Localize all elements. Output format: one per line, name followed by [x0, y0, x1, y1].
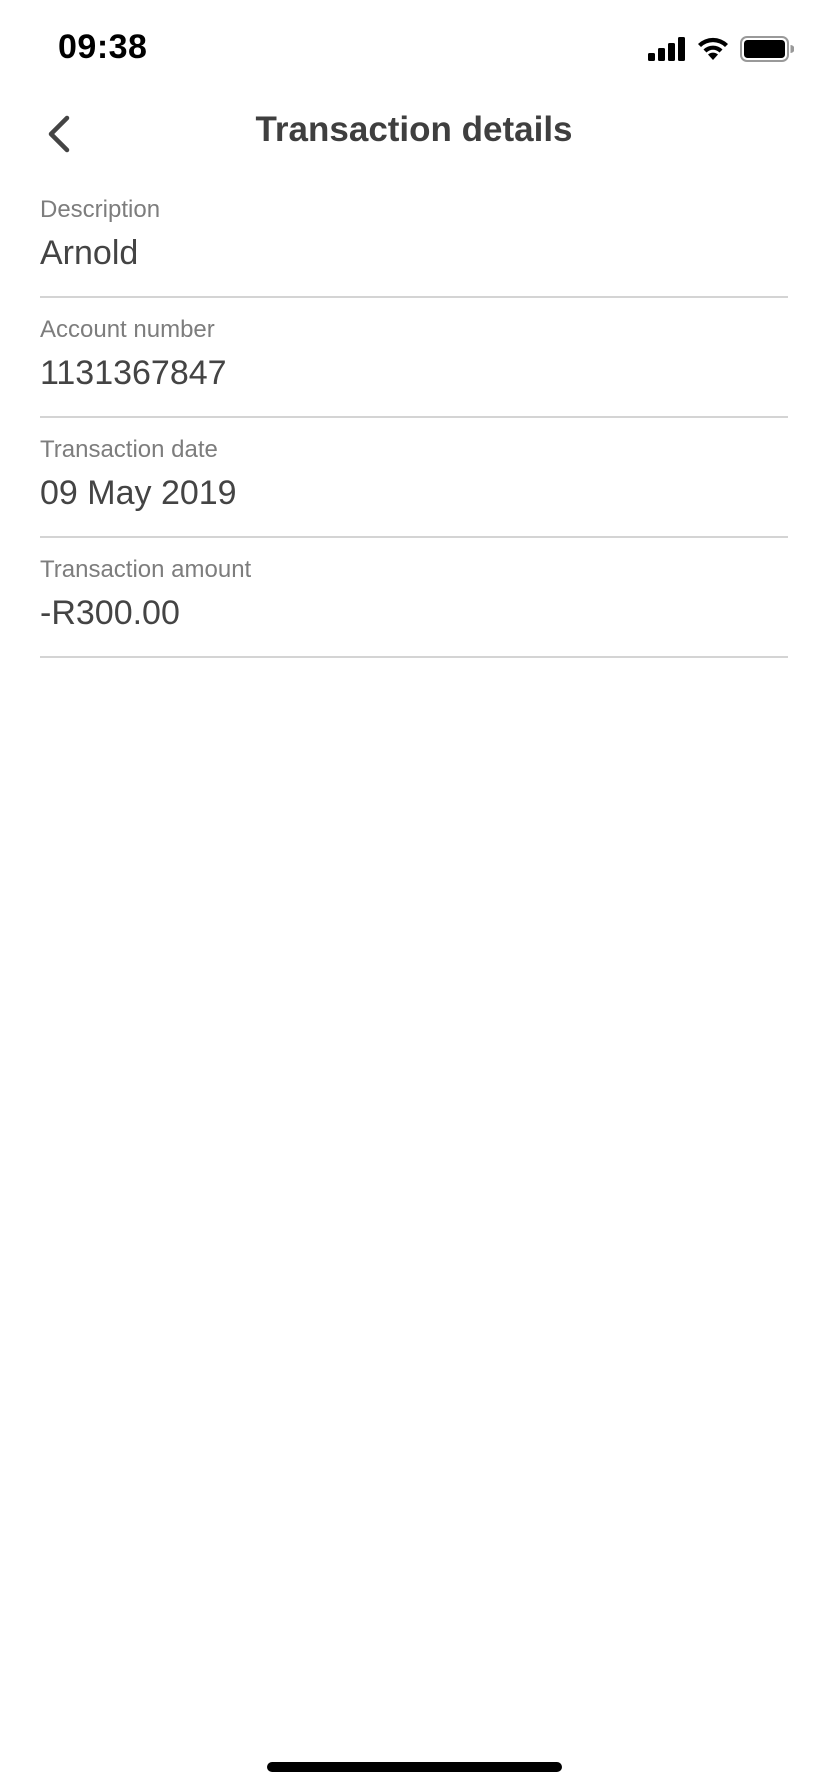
transaction-amount-label: Transaction amount	[40, 556, 252, 583]
battery-icon	[740, 36, 794, 62]
transaction-date-row: Transaction date 09 May 2019	[40, 420, 788, 538]
description-label: Description	[40, 196, 161, 223]
transaction-amount-value: -R300.00	[40, 594, 180, 632]
description-value: Arnold	[40, 234, 139, 272]
transaction-date-value: 09 May 2019	[40, 474, 237, 512]
home-indicator[interactable]	[267, 1762, 562, 1772]
status-bar: 09:38	[0, 0, 828, 100]
status-icons	[648, 34, 794, 64]
account-number-row: Account number 1131367847	[40, 300, 788, 418]
wifi-icon	[698, 37, 728, 60]
account-number-value: 1131367847	[40, 354, 227, 392]
account-number-label: Account number	[40, 316, 215, 343]
transaction-details-list: Description Arnold Account number 113136…	[40, 180, 788, 660]
signal-icon	[648, 37, 685, 61]
status-time: 09:38	[58, 28, 148, 66]
transaction-date-label: Transaction date	[40, 436, 218, 463]
page-title: Transaction details	[255, 110, 573, 149]
transaction-amount-row: Transaction amount -R300.00	[40, 540, 788, 658]
description-row: Description Arnold	[40, 180, 788, 298]
header: Transaction details	[0, 96, 828, 168]
